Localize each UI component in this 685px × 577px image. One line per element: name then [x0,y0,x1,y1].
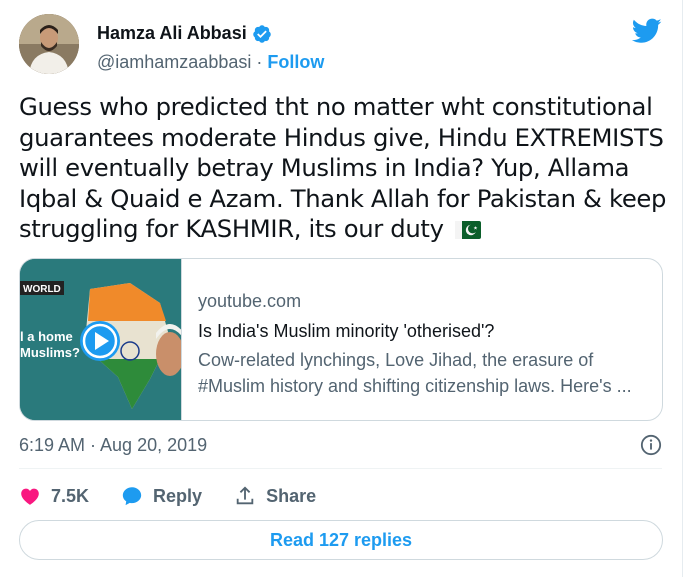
likes-count: 7.5K [51,485,90,506]
tweet-actions: 7.5K Reply Share [19,481,348,511]
share-upload-icon [236,486,254,505]
thumb-caption-line2: Muslims? [20,345,80,360]
heart-icon [21,488,39,505]
video-thumbnail[interactable]: WORLD l a home Muslims? [20,259,182,420]
tweet-text: Guess who predicted tht no matter wht co… [19,92,669,245]
follow-button[interactable]: Follow [267,52,324,73]
author-handle[interactable]: @iamhamzaabbasi [97,52,251,73]
separator-dot: · [256,52,263,72]
read-replies-button[interactable]: Read 127 replies [19,520,663,560]
tweet-embed-card: Hamza Ali Abbasi @iamhamzaabbasi · Follo… [0,0,683,577]
thumb-logo: WORLD [23,284,61,295]
tweet-meta-row: 6:19 AM · Aug 20, 2019 [19,433,662,457]
speech-bubble-icon [122,487,142,506]
reply-button[interactable]: Reply [121,485,202,507]
author-name[interactable]: Hamza Ali Abbasi [97,23,247,44]
author-handle-row: @iamhamzaabbasi · Follow [97,52,324,73]
link-preview-card[interactable]: WORLD l a home Muslims? youtube.com Is I… [19,258,663,421]
reply-label: Reply [153,485,203,506]
pakistan-flag-icon [455,216,482,239]
tweet-header: Hamza Ali Abbasi @iamhamzaabbasi · Follo… [19,14,664,78]
link-domain: youtube.com [198,291,302,311]
divider [19,468,662,469]
tweet-timestamp[interactable]: 6:19 AM · Aug 20, 2019 [19,435,207,456]
link-title[interactable]: Is India's Muslim minority 'otherised'? [198,318,658,344]
thumb-caption-line1: l a home [20,329,73,344]
avatar[interactable] [19,14,79,74]
tweet-body: Guess who predicted tht no matter wht co… [19,92,667,243]
like-button[interactable]: 7.5K [19,485,89,507]
link-description: Cow-related lynchings, Love Jihad, the e… [198,350,632,396]
link-card-body: youtube.com Is India's Muslim minority '… [198,289,658,399]
share-button[interactable]: Share [234,485,316,507]
share-label: Share [266,485,317,506]
verified-badge-icon [252,24,272,44]
author-name-row: Hamza Ali Abbasi [97,23,272,44]
twitter-bird-icon[interactable] [631,18,662,44]
info-icon[interactable] [640,434,662,456]
